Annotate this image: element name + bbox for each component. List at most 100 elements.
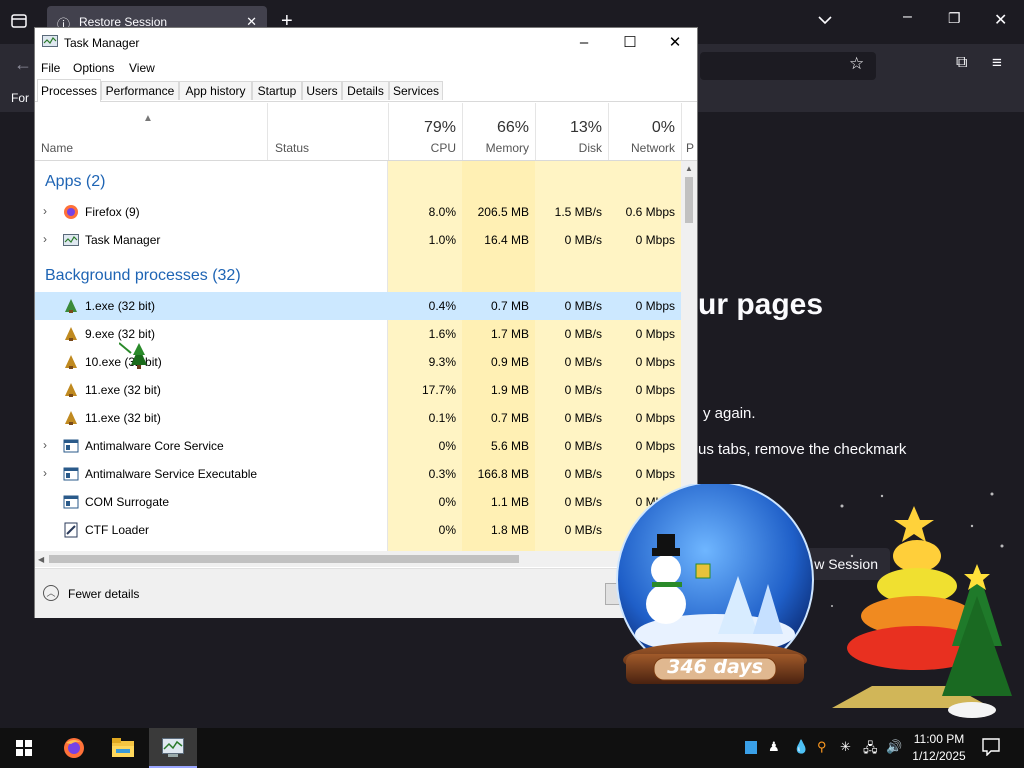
task-manager-icon: [63, 232, 79, 248]
restore-text-1: y again.: [703, 405, 756, 422]
table-row[interactable]: › Task Manager 1.0% 16.4 MB 0 MB/s 0 Mbp…: [35, 226, 681, 254]
bookmark-item[interactable]: For: [11, 91, 29, 105]
horizontal-scroll-thumb[interactable]: [49, 555, 519, 563]
column-power[interactable]: P: [681, 103, 697, 160]
tray-drop-icon[interactable]: 💧: [793, 739, 809, 755]
christmas-tree-gadget[interactable]: [822, 486, 1022, 722]
disk-label: Disk: [578, 141, 602, 155]
maximize-button[interactable]: ☐: [607, 31, 653, 55]
tab-startup[interactable]: Startup: [252, 81, 302, 100]
expand-chevron-icon[interactable]: ›: [43, 232, 47, 246]
tray-people-icon[interactable]: ♟: [768, 739, 780, 755]
volume-icon[interactable]: 🔊: [886, 739, 902, 755]
horizontal-scrollbar[interactable]: ◀: [35, 551, 681, 567]
task-manager-icon: [162, 738, 184, 757]
network-value: 0 Mbps: [635, 355, 675, 369]
tab-processes[interactable]: Processes: [37, 79, 101, 102]
table-row[interactable]: › Antimalware Service Executable 0.3% 16…: [35, 460, 681, 488]
tab-details[interactable]: Details: [342, 81, 389, 100]
memory-value: 1.7 MB: [490, 327, 529, 341]
cpu-value: 0.3%: [428, 467, 456, 481]
folder-icon: [112, 738, 134, 757]
taskbar-file-explorer[interactable]: [99, 728, 147, 768]
scroll-up-icon[interactable]: ▲: [685, 164, 693, 173]
tab-users[interactable]: Users: [302, 81, 342, 100]
table-row[interactable]: 1.exe (32 bit) 0.4% 0.7 MB 0 MB/s 0 Mbps: [35, 292, 681, 320]
back-icon[interactable]: ←: [14, 54, 32, 75]
start-button[interactable]: [0, 728, 48, 768]
cpu-value: 8.0%: [428, 205, 456, 219]
extensions-icon[interactable]: ⧉: [956, 54, 967, 72]
restore-text-2: us tabs, remove the checkmark: [698, 441, 907, 458]
tab-app-history[interactable]: App history: [179, 81, 252, 100]
process-name: Task Manager: [85, 233, 161, 247]
memory-total: 66%: [496, 119, 529, 136]
restore-heading: ur pages: [698, 288, 824, 321]
scroll-left-icon[interactable]: ◀: [38, 555, 44, 564]
close-window-icon[interactable]: ✕: [994, 10, 1007, 30]
tray-search-icon[interactable]: ⚲: [817, 739, 827, 755]
taskbar-task-manager[interactable]: [149, 728, 197, 768]
table-row[interactable]: CTF Loader 0% 1.8 MB 0 MB/s 0 Mbps: [35, 516, 681, 544]
menu-view[interactable]: View: [129, 61, 155, 75]
power-label: P: [686, 141, 695, 155]
expand-chevron-icon[interactable]: ›: [43, 204, 47, 218]
table-row[interactable]: 11.exe (32 bit) 0.1% 0.7 MB 0 MB/s 0 Mbp…: [35, 404, 681, 432]
column-headers: ▲ Name Status 79% CPU 66% Memory 13% Dis…: [35, 103, 697, 161]
tray-app-icon[interactable]: [745, 741, 757, 757]
cpu-value: 0%: [438, 523, 456, 537]
taskbar-firefox[interactable]: [50, 728, 98, 768]
column-memory[interactable]: 66% Memory: [462, 103, 535, 160]
menu-file[interactable]: File: [41, 61, 60, 75]
table-row[interactable]: 11.exe (32 bit) 17.7% 1.9 MB 0 MB/s 0 Mb…: [35, 376, 681, 404]
column-disk[interactable]: 13% Disk: [535, 103, 608, 160]
table-row[interactable]: COM Surrogate 0% 1.1 MB 0 MB/s 0 Mbps: [35, 488, 681, 516]
notifications-icon[interactable]: [982, 738, 1000, 761]
menu-icon[interactable]: ≡: [992, 53, 1002, 73]
bookmark-star-icon[interactable]: ☆: [849, 54, 864, 74]
table-row[interactable]: › Firefox (9) 8.0% 206.5 MB 1.5 MB/s 0.6…: [35, 198, 681, 226]
title-bar: Task Manager – ☐ ✕: [35, 28, 697, 58]
disk-total: 13%: [569, 119, 602, 136]
column-network[interactable]: 0% Network: [608, 103, 681, 160]
tab-performance[interactable]: Performance: [101, 81, 179, 100]
table-row[interactable]: › Antimalware Core Service 0% 5.6 MB 0 M…: [35, 432, 681, 460]
network-icon[interactable]: 🖧: [863, 739, 878, 761]
restore-icon[interactable]: ❐: [948, 10, 961, 27]
cpu-total: 79%: [423, 119, 456, 136]
expand-chevron-icon[interactable]: ›: [43, 466, 47, 480]
vertical-scroll-thumb[interactable]: [685, 177, 693, 223]
ctf-loader-icon: [63, 522, 79, 538]
clock[interactable]: 11:00 PM 1/12/2025: [906, 731, 972, 765]
list-tabs-icon[interactable]: [818, 12, 832, 28]
memory-value: 1.1 MB: [490, 495, 529, 509]
days-counter: 346 days: [667, 656, 763, 678]
group-apps[interactable]: Apps (2): [45, 173, 105, 191]
firefox-view-icon[interactable]: [10, 12, 28, 35]
fewer-details-icon[interactable]: ︿: [43, 585, 59, 601]
expand-chevron-icon[interactable]: ›: [43, 438, 47, 452]
fewer-details-link[interactable]: Fewer details: [68, 587, 139, 601]
process-name: 1.exe (32 bit): [85, 299, 156, 313]
memory-value: 1.9 MB: [490, 383, 529, 397]
service-icon: [63, 494, 79, 510]
minimize-button[interactable]: –: [561, 31, 607, 55]
sort-up-icon: ▲: [143, 113, 153, 124]
minimize-icon[interactable]: –: [903, 8, 912, 26]
process-name: Antimalware Core Service: [85, 439, 224, 453]
menu-options[interactable]: Options: [73, 61, 114, 75]
service-icon: [63, 438, 79, 454]
cpu-value: 9.3%: [428, 355, 456, 369]
snow-globe-gadget[interactable]: 346 days: [608, 481, 822, 704]
column-cpu[interactable]: 79% CPU: [388, 103, 462, 160]
column-status-area[interactable]: Status: [267, 103, 388, 160]
close-button[interactable]: ✕: [652, 31, 698, 55]
cpu-value: 0.4%: [428, 299, 456, 313]
tree-process-icon: [63, 410, 79, 426]
group-background-processes[interactable]: Background processes (32): [45, 267, 241, 285]
tray-snowflake-icon[interactable]: ✳: [840, 739, 851, 755]
tree-cursor-icon: [118, 341, 151, 376]
memory-value: 16.4 MB: [484, 233, 529, 247]
tab-services[interactable]: Services: [389, 81, 443, 100]
column-name[interactable]: Name: [41, 141, 73, 155]
